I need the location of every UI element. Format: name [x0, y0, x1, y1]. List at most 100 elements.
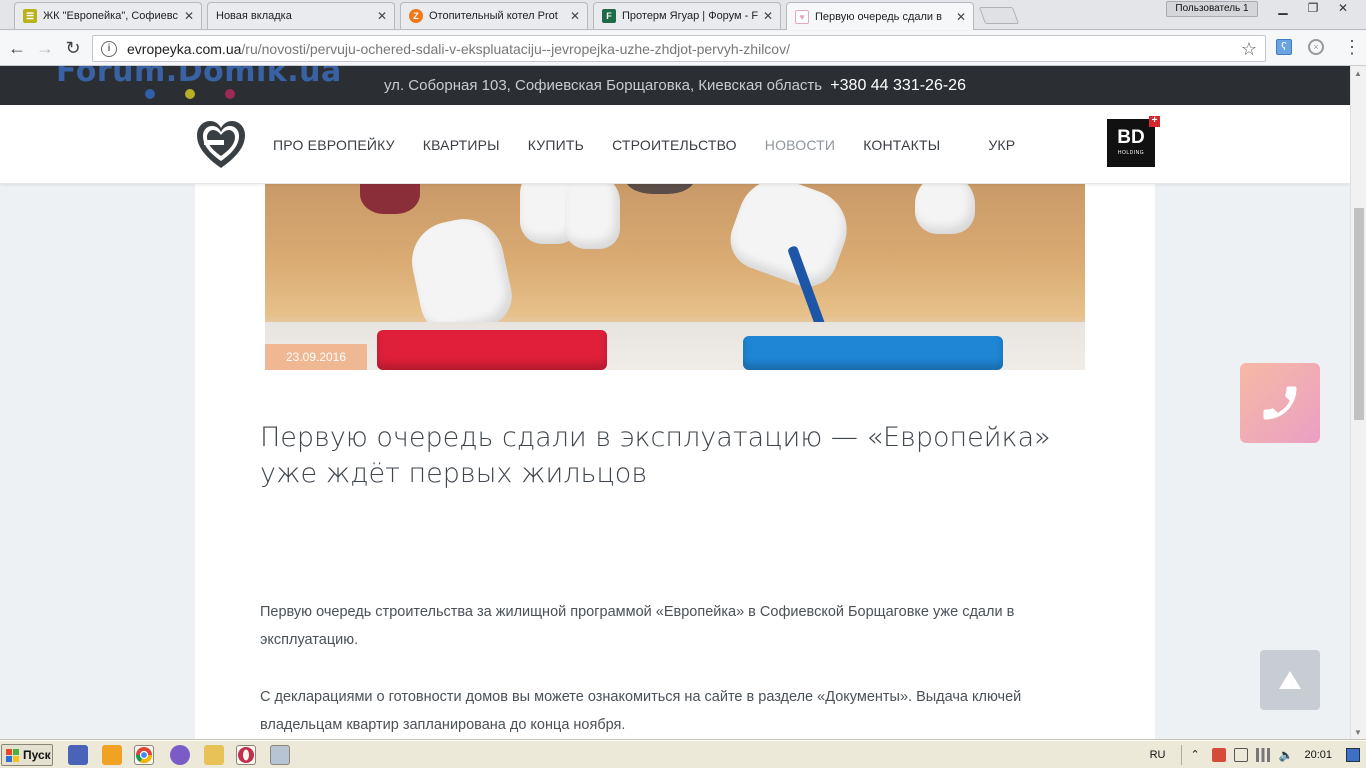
site-info-icon[interactable]: i: [101, 40, 117, 57]
article-container: 23.09.2016 Первую очередь сдали в эксплу…: [195, 184, 1155, 740]
bd-logo-sub: HOLDING: [1117, 150, 1145, 156]
nav-item-construction[interactable]: СТРОИТЕЛЬСТВО: [612, 137, 737, 153]
tray-signal-icon[interactable]: [1256, 748, 1271, 762]
restore-icon[interactable]: ❐: [1300, 1, 1326, 17]
tab-favicon-icon: F: [602, 9, 616, 23]
photo-detail: [360, 184, 420, 214]
minimize-icon[interactable]: ▁: [1270, 1, 1296, 17]
contact-phone[interactable]: +380 44 331-26-26: [830, 77, 966, 94]
forward-arrow-icon[interactable]: →: [34, 37, 56, 59]
photo-glove: [722, 184, 858, 295]
nav-item-apartments[interactable]: КВАРТИРЫ: [423, 137, 500, 153]
photo-glove: [404, 211, 518, 339]
close-window-icon[interactable]: ✕: [1330, 1, 1356, 17]
extension-icon[interactable]: ʕ: [1276, 39, 1292, 55]
heart-favicon-icon: ♥: [795, 9, 809, 24]
article-date-badge: 23.09.2016: [265, 344, 367, 370]
close-tab-icon[interactable]: ✕: [762, 9, 774, 23]
chrome-icon[interactable]: [134, 745, 154, 765]
profile-button[interactable]: Пользователь 1: [1166, 1, 1258, 17]
folder-icon[interactable]: [204, 745, 224, 765]
scroll-down-arrow-icon[interactable]: ▼: [1354, 728, 1362, 737]
contact-address: ул. Соборная 103, Софиевская Борщаговка,…: [384, 77, 823, 94]
triangle-up-icon: [1279, 671, 1301, 689]
article-title: Первую очередь сдали в эксплуатацию — «Е…: [260, 422, 1051, 489]
browser-tab-active[interactable]: ♥ Первую очередь сдали в ✕: [786, 2, 974, 30]
address-bar[interactable]: i evropeyka.com.ua/ru/novosti/pervuju-oc…: [92, 35, 1266, 62]
watermark-dots: [145, 89, 235, 99]
start-button[interactable]: Пуск: [1, 744, 53, 766]
new-tab-button[interactable]: [978, 7, 1020, 24]
reload-icon[interactable]: ↻: [62, 37, 84, 59]
scroll-up-arrow-icon[interactable]: ▲: [1354, 69, 1362, 78]
browser-tab[interactable]: Новая вкладка ✕: [207, 2, 395, 29]
tab-title: Отопительный котел Prot: [429, 10, 558, 22]
tab-title: Первую очередь сдали в: [815, 10, 942, 23]
page-scrollbar[interactable]: ▲ ▼: [1350, 66, 1366, 740]
nav-item-contacts[interactable]: КОНТАКТЫ: [863, 137, 940, 153]
tab-title: Новая вкладка: [216, 10, 292, 22]
tab-favicon-icon: ☰: [23, 9, 37, 23]
nav-item-news[interactable]: НОВОСТИ: [765, 137, 835, 153]
tray-clock[interactable]: 20:01: [1304, 749, 1332, 761]
browser-tab-strip: ☰ ЖК "Европейка", Софиевс ✕ Новая вкладк…: [0, 0, 1366, 30]
watermark-dot: [225, 89, 235, 99]
window-controls: ▁ ❐ ✕: [1270, 1, 1356, 17]
watermark-text: Forum.Domik.ua: [56, 66, 342, 89]
viber-icon[interactable]: [170, 745, 190, 765]
screenshot-tool-icon[interactable]: [270, 745, 290, 765]
nav-item-about[interactable]: ПРО ЕВРОПЕЙКУ: [273, 137, 395, 153]
back-arrow-icon[interactable]: ←: [6, 37, 28, 59]
photo-blue-roller: [743, 336, 1003, 370]
start-label: Пуск: [23, 748, 51, 762]
keyboard-language[interactable]: RU: [1150, 749, 1166, 761]
scroll-to-top-button[interactable]: [1260, 650, 1320, 710]
call-button[interactable]: [1240, 363, 1320, 443]
tray-volume-icon[interactable]: 🔈: [1278, 748, 1293, 762]
article-photo: [265, 184, 1085, 370]
os-taskbar: Пуск RU ⌃ 🔈 20:01: [0, 740, 1366, 768]
bd-logo-main: BD: [1117, 127, 1145, 148]
tab-title: Протерм Ягуар | Форум - F: [622, 10, 758, 22]
browser-toolbar: ← → ↻ i evropeyka.com.ua/ru/novosti/perv…: [0, 31, 1366, 66]
tab-favicon-icon: Z: [409, 9, 423, 23]
close-tab-icon[interactable]: ✕: [955, 10, 967, 24]
main-nav: ПРО ЕВРОПЕЙКУ КВАРТИРЫ КУПИТЬ СТРОИТЕЛЬС…: [273, 105, 1043, 184]
bd-holding-logo[interactable]: BD HOLDING +: [1107, 116, 1160, 167]
phone-icon: [1263, 386, 1297, 420]
close-tab-icon[interactable]: ✕: [376, 9, 388, 23]
show-desktop-icon[interactable]: [1346, 748, 1360, 762]
opera-icon[interactable]: [236, 745, 256, 765]
photo-glove: [565, 184, 620, 249]
heart-logo-icon[interactable]: [194, 118, 248, 172]
tray-battery-icon[interactable]: [1234, 748, 1249, 762]
url-path: /ru/novosti/pervuju-ochered-sdali-v-eksp…: [241, 40, 790, 57]
media-player-icon[interactable]: [102, 745, 122, 765]
extension-icon[interactable]: ×: [1308, 39, 1324, 55]
tray-expand-icon[interactable]: ⌃: [1190, 748, 1204, 762]
menu-dots-icon[interactable]: ⋮: [1343, 37, 1361, 58]
bookmark-star-icon[interactable]: ☆: [1241, 39, 1257, 60]
site-header: ПРО ЕВРОПЕЙКУ КВАРТИРЫ КУПИТЬ СТРОИТЕЛЬС…: [0, 105, 1350, 184]
article-paragraph: Первую очередь строительства за жилищной…: [260, 604, 1015, 648]
url-host: evropeyka.com.ua: [127, 40, 242, 57]
scrollbar-thumb[interactable]: [1354, 208, 1364, 420]
watermark-dot: [185, 89, 195, 99]
windows-flag-icon: [6, 748, 19, 762]
bd-logo-badge: +: [1149, 116, 1160, 127]
close-tab-icon[interactable]: ✕: [183, 9, 195, 23]
save-disk-icon[interactable]: [68, 745, 88, 765]
system-tray: RU ⌃ 🔈 20:01: [1150, 743, 1366, 767]
browser-tab[interactable]: F Протерм Ягуар | Форум - F ✕: [593, 2, 781, 29]
browser-tab[interactable]: ☰ ЖК "Европейка", Софиевс ✕: [14, 2, 202, 29]
close-tab-icon[interactable]: ✕: [569, 9, 581, 23]
browser-tab[interactable]: Z Отопительный котел Prot ✕: [400, 2, 588, 29]
language-switch[interactable]: УКР: [988, 137, 1015, 153]
article-paragraph: С декларациями о готовности домов вы мож…: [260, 689, 1022, 733]
tray-app-icon[interactable]: [1212, 748, 1227, 762]
photo-red-roller: [377, 330, 607, 370]
nav-item-buy[interactable]: КУПИТЬ: [528, 137, 584, 153]
photo-detail: [625, 184, 695, 194]
tab-title: ЖК "Европейка", Софиевс: [43, 10, 178, 22]
page-viewport: ул. Соборная 103, Софиевская Борщаговка,…: [0, 66, 1350, 740]
